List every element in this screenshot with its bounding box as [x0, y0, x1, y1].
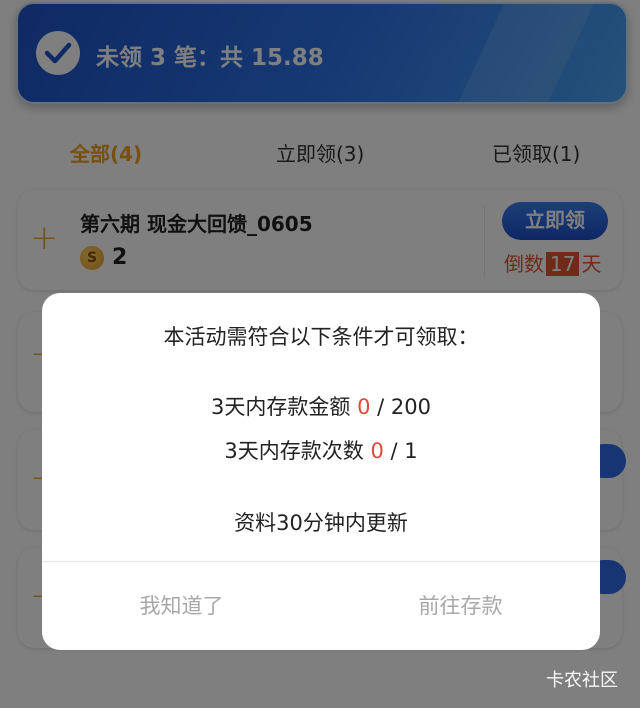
condition-current: 0	[370, 439, 384, 463]
condition-deposit-amount: 3天内存款金额 0 / 200	[42, 391, 600, 421]
condition-target: / 200	[377, 395, 431, 419]
dialog-divider	[42, 561, 600, 562]
update-note: 资料30分钟内更新	[234, 511, 408, 535]
condition-label: 3天内存款金额	[211, 395, 351, 419]
got-it-button[interactable]: 我知道了	[42, 563, 321, 650]
dialog-title: 本活动需符合以下条件才可领取：	[163, 325, 479, 349]
condition-target: / 1	[390, 439, 418, 463]
condition-label: 3天内存款次数	[224, 439, 364, 463]
condition-deposit-count: 3天内存款次数 0 / 1	[42, 435, 600, 465]
condition-current: 0	[357, 395, 371, 419]
go-deposit-button[interactable]: 前往存款	[321, 563, 600, 650]
requirements-dialog: 本活动需符合以下条件才可领取： 3天内存款金额 0 / 200 3天内存款次数 …	[42, 293, 600, 650]
watermark-text: 卡农社区	[546, 670, 618, 691]
